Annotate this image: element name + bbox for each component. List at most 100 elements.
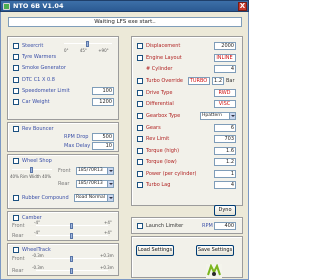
smoke-generator-checkbox[interactable] bbox=[13, 65, 19, 71]
steer-mid: 45° bbox=[79, 48, 87, 53]
rear-tyre-select[interactable]: 185/70R13 bbox=[76, 180, 114, 188]
chevron-down-icon[interactable] bbox=[229, 113, 235, 119]
nto-logo-icon bbox=[206, 264, 222, 278]
torque-high-input[interactable]: 1.6 bbox=[214, 147, 236, 155]
save-settings-button[interactable]: Save Settings bbox=[196, 245, 234, 256]
rev-bouncer-label: Rev Bouncer bbox=[22, 126, 54, 132]
engine-layout-input[interactable]: INLINE bbox=[214, 54, 236, 62]
wheeltrack-checkbox[interactable] bbox=[13, 247, 19, 253]
status-field: Waiting LFS exe start.. bbox=[8, 17, 242, 27]
rpm-drop-label: RPM Drop bbox=[64, 134, 89, 140]
wheeltrack-front-thumb[interactable] bbox=[70, 256, 73, 262]
car-weight-checkbox[interactable] bbox=[13, 99, 19, 105]
torque-high-checkbox[interactable] bbox=[137, 148, 143, 154]
rubber-compound-select[interactable]: Road Normal bbox=[74, 194, 114, 202]
differential-checkbox[interactable] bbox=[137, 101, 143, 107]
rpm-label: RPM bbox=[202, 223, 213, 229]
rubber-compound-label: Rubber Compound bbox=[22, 195, 69, 201]
rpm-drop-input[interactable]: 500 bbox=[92, 133, 114, 141]
rev-bouncer-checkbox[interactable] bbox=[13, 126, 19, 132]
wheeltrack-front-high: +0.3m bbox=[100, 253, 114, 258]
rubber-compound-checkbox[interactable] bbox=[13, 195, 19, 201]
wheeltrack-rear-slider[interactable] bbox=[36, 268, 108, 274]
camber-panel: Camber Front -4° +4° Rear -4° +4° bbox=[7, 211, 119, 241]
launch-rpm-input[interactable]: 400 bbox=[214, 222, 236, 230]
torque-low-checkbox[interactable] bbox=[137, 159, 143, 165]
tyre-warmers-checkbox[interactable] bbox=[13, 54, 19, 60]
speedometer-limit-checkbox[interactable] bbox=[13, 88, 19, 94]
smoke-generator-label: Smoke Generator bbox=[22, 65, 66, 71]
drive-type-checkbox[interactable] bbox=[137, 90, 143, 96]
rim-width-label: 40% Rim Width 40% bbox=[10, 174, 52, 179]
camber-front-slider[interactable] bbox=[36, 223, 108, 229]
turbo-lag-label: Turbo Lag bbox=[146, 182, 171, 188]
displacement-input[interactable]: 2000 bbox=[214, 42, 236, 50]
turbo-override-checkbox[interactable] bbox=[137, 78, 143, 84]
chevron-down-icon[interactable] bbox=[107, 195, 113, 201]
differential-input[interactable]: VISC bbox=[214, 100, 236, 108]
camber-checkbox[interactable] bbox=[13, 215, 19, 221]
power-label: Power (per cylinder) bbox=[146, 171, 197, 177]
turbo-lag-checkbox[interactable] bbox=[137, 182, 143, 188]
gears-input[interactable]: 6 bbox=[214, 124, 236, 132]
close-button[interactable]: X bbox=[238, 2, 247, 11]
wheeltrack-rear-thumb[interactable] bbox=[70, 268, 73, 274]
rim-width-slider[interactable] bbox=[12, 167, 52, 173]
cylinder-label: # Cylinder bbox=[146, 66, 173, 72]
speedometer-limit-label: Speedometer Limit bbox=[22, 88, 70, 94]
power-checkbox[interactable] bbox=[137, 171, 143, 177]
displacement-label: Displacement bbox=[146, 43, 181, 49]
camber-rear-label: Rear bbox=[12, 233, 24, 239]
drive-type-input[interactable]: RWD bbox=[214, 89, 236, 97]
options-panel: Steercrit 0° 45° +90° Tyre Warmers Smoke… bbox=[7, 36, 119, 120]
main-window: Waiting LFS exe start.. Steercrit 0° 45°… bbox=[0, 12, 249, 280]
chevron-down-icon[interactable] bbox=[107, 168, 113, 174]
front-tyre-value: 185/70R13 bbox=[78, 168, 103, 173]
rev-bouncer-panel: Rev Bouncer RPM Drop 500 Max Delay 10 bbox=[7, 122, 119, 152]
load-settings-button[interactable]: Load Settings bbox=[136, 245, 174, 256]
steer-slider[interactable] bbox=[64, 41, 112, 47]
dtc-checkbox[interactable] bbox=[13, 77, 19, 83]
rim-width-thumb[interactable] bbox=[30, 167, 33, 173]
dtc-label: DTC C1 X 0.8 bbox=[22, 77, 55, 83]
turbo-override-label: Turbo Override bbox=[146, 78, 183, 84]
steer-thumb[interactable] bbox=[86, 41, 89, 47]
car-weight-input[interactable]: 1200 bbox=[92, 98, 114, 106]
rev-limit-input[interactable]: 703 bbox=[214, 135, 236, 143]
rev-limit-label: Rev Limit bbox=[146, 136, 170, 142]
max-delay-input[interactable]: 10 bbox=[92, 142, 114, 150]
steercrit-label: Steercrit bbox=[22, 43, 44, 49]
gearbox-type-checkbox[interactable] bbox=[137, 113, 143, 119]
camber-front-label: Front bbox=[12, 223, 25, 229]
gearbox-type-select[interactable]: Hpattern bbox=[200, 112, 236, 120]
camber-rear-thumb[interactable] bbox=[70, 233, 73, 239]
turbo-bar-input[interactable]: 1.2 bbox=[212, 77, 224, 85]
power-input[interactable]: 1 bbox=[214, 170, 236, 178]
torque-high-label: Torque (high) bbox=[146, 148, 180, 154]
cylinder-input[interactable]: 4 bbox=[214, 65, 236, 73]
camber-front-high: +4° bbox=[104, 220, 112, 225]
camber-front-thumb[interactable] bbox=[70, 223, 73, 229]
front-tyre-select[interactable]: 185/70R13 bbox=[76, 167, 114, 175]
camber-rear-high: +4° bbox=[104, 230, 112, 235]
dyno-button[interactable]: Dyno bbox=[214, 205, 236, 216]
engine-layout-checkbox[interactable] bbox=[137, 55, 143, 61]
camber-rear-slider[interactable] bbox=[36, 233, 108, 239]
steercrit-checkbox[interactable] bbox=[13, 43, 19, 49]
wheel-shop-checkbox[interactable] bbox=[13, 158, 19, 164]
gears-checkbox[interactable] bbox=[137, 125, 143, 131]
differential-label: Differential bbox=[146, 101, 174, 107]
tyre-warmers-label: Tyre Warmers bbox=[22, 54, 57, 60]
launch-limiter-checkbox[interactable] bbox=[137, 223, 143, 229]
turbo-lag-input[interactable]: 4 bbox=[214, 181, 236, 189]
speedometer-limit-input[interactable]: 100 bbox=[92, 87, 114, 95]
rev-limit-checkbox[interactable] bbox=[137, 136, 143, 142]
title-bar: NTO 6B V1.04 X bbox=[0, 0, 249, 12]
torque-low-input[interactable]: 1.2 bbox=[214, 158, 236, 166]
chevron-down-icon[interactable] bbox=[107, 181, 113, 187]
wheeltrack-front-slider[interactable] bbox=[36, 256, 108, 262]
turbo-override-input[interactable]: TURBO bbox=[188, 77, 210, 85]
window-title: NTO 6B V1.04 bbox=[13, 2, 64, 10]
gearbox-type-label: Gearbox Type bbox=[146, 113, 181, 119]
displacement-checkbox[interactable] bbox=[137, 43, 143, 49]
